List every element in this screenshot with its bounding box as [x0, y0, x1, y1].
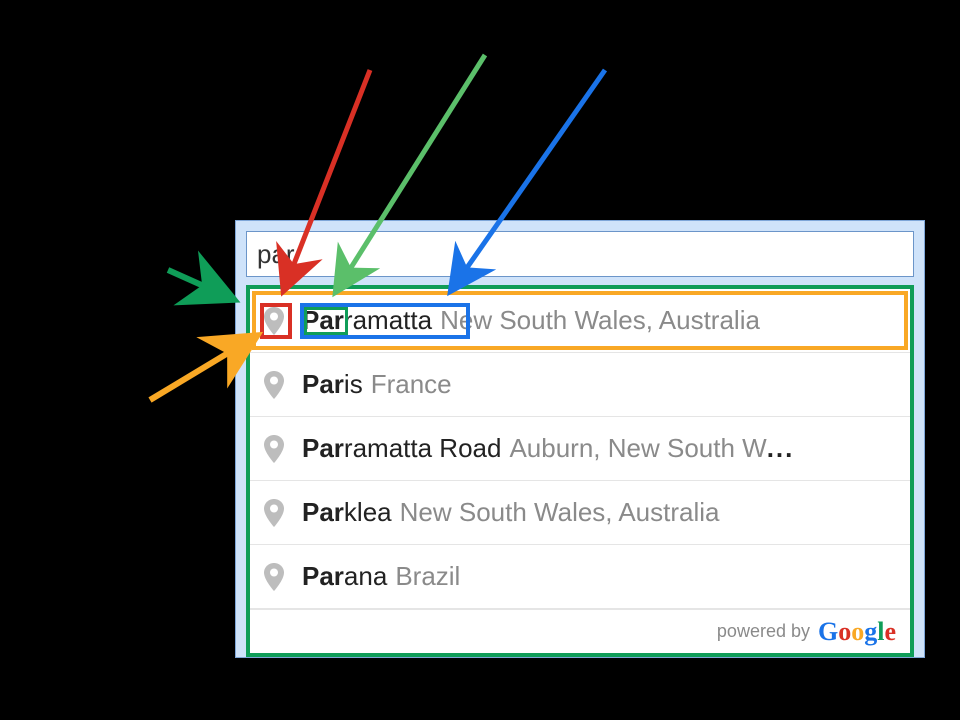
truncation-ellipsis: ... [767, 433, 795, 464]
suggestion-3[interactable]: Parklea New South Wales, Australia [250, 481, 910, 545]
suggestion-2[interactable]: Parramatta Road Auburn, New South W... [250, 417, 910, 481]
suggestion-4[interactable]: Parana Brazil [250, 545, 910, 609]
suggestion-matched: Par [302, 369, 344, 400]
pin-icon [262, 305, 286, 337]
autocomplete-container: Parramatta New South Wales, Australia Pa… [246, 285, 914, 657]
search-input[interactable] [246, 231, 914, 277]
google-logo: Google [818, 617, 896, 647]
pin-icon [262, 497, 286, 529]
suggestion-secondary: France [371, 369, 452, 400]
suggestion-rest: ramatta Road [344, 433, 502, 464]
pin-icon [262, 433, 286, 465]
suggestion-rest: is [344, 369, 363, 400]
autocomplete-panel: Parramatta New South Wales, Australia Pa… [235, 220, 925, 658]
suggestion-secondary: New South Wales, Australia [400, 497, 720, 528]
attribution-prefix: powered by [717, 621, 810, 642]
arrow-container [168, 270, 235, 300]
suggestion-matched: Par [302, 497, 344, 528]
suggestion-rest: ana [344, 561, 387, 592]
suggestion-rest: klea [344, 497, 392, 528]
attribution: powered by Google [250, 609, 910, 653]
suggestion-matched: Par [302, 433, 344, 464]
suggestion-secondary: Auburn, New South W [509, 433, 766, 464]
suggestion-secondary: Brazil [395, 561, 460, 592]
suggestion-rest: ramatta [344, 305, 432, 336]
suggestion-matched: Par [302, 305, 344, 336]
suggestion-0[interactable]: Parramatta New South Wales, Australia [250, 289, 910, 353]
pin-icon [262, 369, 286, 401]
pin-icon [262, 561, 286, 593]
suggestion-matched: Par [302, 561, 344, 592]
suggestion-secondary: New South Wales, Australia [440, 305, 760, 336]
suggestion-1[interactable]: Paris France [250, 353, 910, 417]
